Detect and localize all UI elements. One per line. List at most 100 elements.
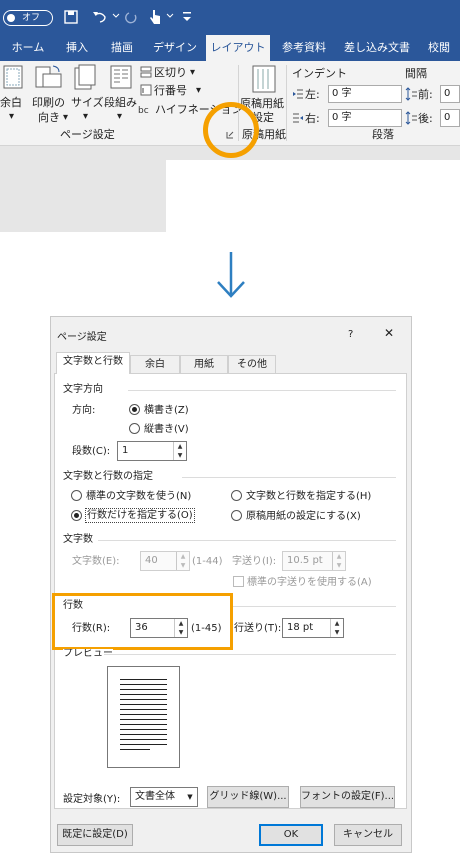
close-button[interactable]: ✕ (384, 327, 394, 340)
chars-heading: 文字数 (63, 534, 93, 545)
breaks-button[interactable]: 区切り (154, 66, 187, 79)
apply-to-label: 設定対象(Y): (63, 794, 121, 805)
margins-icon[interactable] (3, 65, 23, 89)
line-numbers-dropdown-icon[interactable]: ▾ (196, 84, 201, 97)
horizontal-radio[interactable] (129, 404, 140, 415)
char-pitch-spin-icon[interactable]: ▲ ▼ (332, 552, 345, 570)
font-settings-button[interactable]: フォントの設定(F)... (300, 786, 395, 808)
indent-heading: インデント (292, 67, 347, 80)
lines-only-radio[interactable] (71, 510, 82, 521)
grid-heading: 文字数と行数の指定 (63, 471, 153, 482)
line-numbers-icon[interactable] (140, 84, 152, 96)
size-dropdown-icon[interactable]: ▾ (83, 110, 88, 123)
document-page[interactable] (166, 160, 460, 232)
down-arrow-icon (217, 252, 245, 298)
line-pitch-value: 18 pt (287, 622, 314, 633)
vertical-radio[interactable] (129, 423, 140, 434)
highlight-box (52, 593, 233, 650)
char-count-label: 文字数(E): (72, 556, 120, 567)
ribbon-screenshot: オフ ホーム 挿入 描画 デザイン レイアウト 参考資料 差し込み文書 校閲 余… (0, 0, 460, 232)
genko-radio[interactable] (231, 510, 242, 521)
columns-dropdown-icon[interactable]: ▾ (117, 110, 122, 123)
genko-paper-icon[interactable] (252, 65, 278, 93)
tab-review[interactable]: 校閲 (418, 35, 460, 61)
spacing-before-input[interactable]: 0 (440, 85, 460, 103)
hyphenation-icon[interactable]: bc (138, 102, 152, 116)
tab-references[interactable]: 参考資料 (272, 35, 336, 61)
set-default-button[interactable]: 既定に設定(D) (57, 824, 133, 846)
undo-dropdown-icon[interactable] (112, 13, 120, 19)
orientation-button-line1[interactable]: 印刷の (32, 96, 65, 109)
columns-icon[interactable] (110, 65, 132, 89)
redo-icon[interactable] (124, 10, 138, 24)
indent-left-input[interactable]: 0 字 (328, 85, 402, 103)
chars-lines-label: 文字数と行数を指定する(H) (246, 491, 372, 502)
direction-heading: 文字方向 (63, 384, 103, 395)
grid-lines-button[interactable]: グリッド線(W)... (207, 786, 289, 808)
char-pitch-label: 字送り(I): (232, 556, 277, 567)
breaks-icon[interactable] (140, 66, 152, 78)
columns-spin-icon[interactable]: ▲ ▼ (173, 442, 186, 460)
tab-other[interactable]: その他 (228, 355, 276, 374)
breaks-dropdown-icon[interactable]: ▾ (190, 66, 195, 79)
touch-mode-icon[interactable] (148, 8, 162, 26)
tab-design[interactable]: デザイン (146, 35, 204, 61)
tab-layout[interactable]: レイアウト (206, 35, 270, 62)
standard-chars-label: 標準の文字数を使う(N) (86, 491, 192, 502)
columns-label: 段数(C): (72, 446, 111, 457)
genko-label: 原稿用紙の設定にする(X) (246, 511, 361, 522)
autosave-toggle-label: オフ (22, 13, 41, 23)
margins-button[interactable]: 余白 (0, 96, 22, 109)
line-pitch-label: 行送り(T): (234, 623, 282, 634)
char-pitch-spinner[interactable]: 10.5 pt ▲ ▼ (282, 551, 346, 571)
indent-left-icon (293, 89, 303, 99)
autosave-toggle[interactable]: オフ (3, 10, 53, 26)
ok-button[interactable]: OK (259, 824, 323, 846)
indent-right-input[interactable]: 0 字 (328, 109, 402, 127)
tab-paper[interactable]: 用紙 (180, 355, 228, 374)
spacing-after-input[interactable]: 0 (440, 109, 460, 127)
undo-icon[interactable] (92, 10, 108, 24)
page-setup-group-label: ページ設定 (60, 128, 115, 141)
paragraph-group-label: 段落 (372, 128, 394, 141)
orientation-dropdown-icon[interactable]: ▾ (63, 111, 68, 124)
indent-left-label: 左: (305, 88, 320, 101)
vertical-label: 縦書き(V) (144, 424, 189, 435)
horizontal-label: 横書き(Z) (144, 405, 189, 416)
save-icon[interactable] (64, 10, 78, 24)
help-button[interactable]: ? (348, 328, 353, 341)
char-count-spin-icon[interactable]: ▲ ▼ (176, 552, 189, 570)
chars-lines-radio[interactable] (231, 490, 242, 501)
columns-button[interactable]: 段組み (104, 96, 137, 109)
apply-to-select[interactable]: 文書全体 ▼ (130, 787, 198, 807)
svg-text:bc: bc (138, 106, 149, 116)
line-pitch-spin-icon[interactable]: ▲ ▼ (330, 619, 343, 637)
char-count-spinner[interactable]: 40 ▲ ▼ (140, 551, 190, 571)
touch-dropdown-icon[interactable] (166, 13, 174, 19)
tab-home[interactable]: ホーム (0, 35, 56, 61)
spacing-after-icon (405, 111, 417, 125)
tab-insert[interactable]: 挿入 (56, 35, 98, 61)
margins-dropdown-icon[interactable]: ▾ (9, 110, 14, 123)
orientation-button-line2[interactable]: 向き (38, 111, 60, 124)
tab-draw[interactable]: 描画 (98, 35, 146, 61)
standard-pitch-label: 標準の字送りを使用する(A) (247, 577, 372, 588)
tab-chars-lines[interactable]: 文字数と行数 (56, 352, 130, 374)
line-numbers-button[interactable]: 行番号 (154, 84, 187, 97)
tab-margins[interactable]: 余白 (130, 355, 180, 374)
line-pitch-spinner[interactable]: 18 pt ▲ ▼ (282, 618, 344, 638)
char-count-value: 40 (145, 555, 158, 566)
size-icon[interactable] (74, 64, 96, 90)
customize-qat-icon[interactable] (182, 11, 192, 23)
tab-mailings[interactable]: 差し込み文書 (338, 35, 416, 61)
char-pitch-value: 10.5 pt (287, 555, 323, 566)
columns-spinner[interactable]: 1 ▲ ▼ (117, 441, 187, 461)
quick-access-toolbar: オフ (0, 0, 460, 35)
spacing-heading: 間隔 (405, 67, 427, 80)
size-button[interactable]: サイズ (71, 96, 104, 109)
spacing-before-icon (405, 87, 417, 101)
orientation-icon[interactable] (35, 64, 63, 90)
standard-chars-radio[interactable] (71, 490, 82, 501)
cancel-button[interactable]: キャンセル (334, 824, 402, 846)
standard-pitch-checkbox[interactable] (233, 576, 244, 587)
